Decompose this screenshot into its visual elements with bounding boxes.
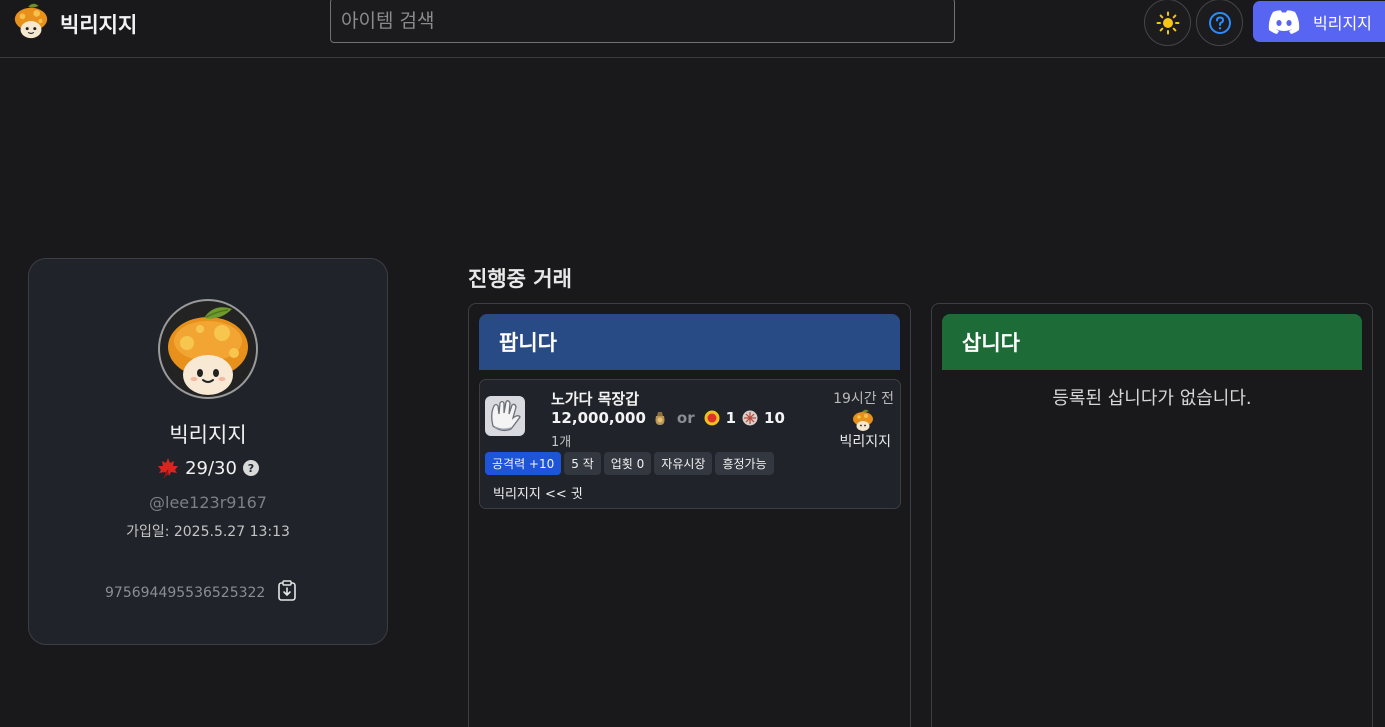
trade-memo: 빅리지지 << 귓	[493, 487, 583, 502]
price-alt2: 10	[764, 409, 785, 427]
trades-title: 진행중 거래	[468, 267, 572, 291]
theme-toggle-button[interactable]	[1144, 0, 1191, 46]
rating-help-icon[interactable]: ?	[242, 460, 259, 476]
profile-card: 빅리지지 29/30 ? @lee123r9167 가입일: 2025.5.27…	[28, 258, 388, 645]
copy-download-icon[interactable]	[276, 580, 298, 602]
item-tags: 공격력 +10 5 작 업횟 0 자유시장 흥정가능	[485, 452, 774, 475]
joined-date: 가입일: 2025.5.27 13:13	[126, 524, 290, 540]
tag-attack: 공격력 +10	[485, 452, 562, 475]
tag-market: 자유시장	[654, 452, 713, 475]
sun-icon	[1156, 11, 1179, 34]
seller-mushroom-icon	[853, 409, 873, 431]
rating-value: 29/30	[185, 457, 237, 479]
red-coin-icon	[704, 410, 720, 426]
sell-panel: 팝니다 노가다 목장갑 12,000,000 or 1 10 1개 19시간 전…	[468, 303, 911, 727]
profile-name: 빅리지지	[169, 423, 247, 447]
question-circle-icon	[1208, 11, 1231, 34]
buy-panel: 삽니다 등록된 삽니다가 없습니다.	[931, 303, 1373, 727]
tag-negotiable: 흥정가능	[715, 452, 774, 475]
discord-icon	[1268, 9, 1300, 34]
price-meso: 12,000,000	[551, 409, 646, 427]
brand-name[interactable]: 빅리지지	[60, 9, 137, 39]
tag-scroll: 5 작	[564, 452, 601, 475]
seller-name[interactable]: 빅리지지	[839, 431, 891, 451]
user-handle: @lee123r9167	[149, 493, 267, 512]
trade-time: 19시간 전	[833, 391, 894, 407]
search-box[interactable]	[330, 0, 955, 43]
mushroom-logo-icon[interactable]	[12, 3, 50, 41]
discord-button-label: 빅리지지	[1313, 13, 1372, 33]
discord-login-button[interactable]: 빅리지지	[1253, 1, 1385, 42]
price-line: 12,000,000 or 1 10	[551, 409, 785, 427]
help-button[interactable]	[1196, 0, 1243, 46]
user-id: 975694495536525322	[105, 585, 266, 601]
trade-card[interactable]: 노가다 목장갑 12,000,000 or 1 10 1개 19시간 전 빅리지…	[479, 379, 901, 509]
tag-upgrades: 업횟 0	[603, 452, 652, 475]
meso-bag-icon	[655, 412, 665, 425]
glove-icon	[491, 400, 521, 432]
snowflake-coin-icon	[742, 410, 758, 426]
item-image	[485, 396, 525, 436]
buy-header: 삽니다	[942, 314, 1362, 370]
rating-row: 29/30 ?	[29, 457, 387, 479]
avatar	[158, 299, 258, 399]
buy-empty-message: 등록된 삽니다가 없습니다.	[1052, 388, 1252, 409]
item-name[interactable]: 노가다 목장갑	[551, 388, 639, 409]
price-alt1: 1	[725, 409, 737, 427]
sell-header: 팝니다	[479, 314, 900, 370]
top-header: 빅리지지 빅리지지	[0, 0, 1385, 58]
maple-leaf-icon	[158, 458, 179, 479]
item-quantity: 1개	[551, 435, 572, 450]
search-input[interactable]	[331, 0, 954, 42]
price-or: or	[676, 409, 695, 427]
mushroom-avatar-icon	[168, 307, 248, 395]
